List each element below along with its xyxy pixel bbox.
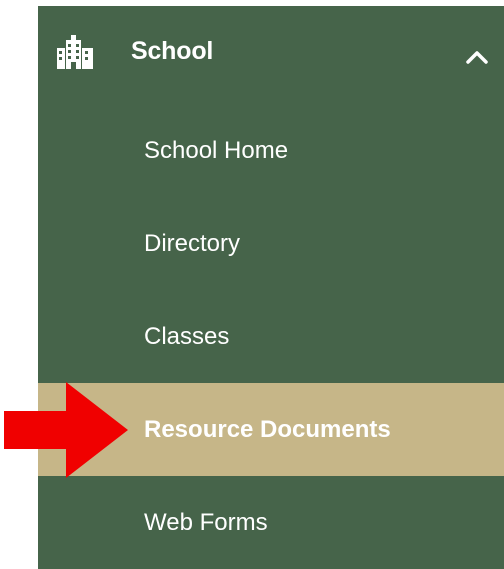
building-icon	[57, 35, 93, 69]
sidebar-item-classes[interactable]: Classes	[38, 290, 504, 383]
chevron-up-icon[interactable]	[462, 42, 492, 72]
sidebar-item-label: Directory	[144, 229, 241, 257]
sidebar-item-directory[interactable]: Directory	[38, 197, 504, 290]
sidebar-item-label: Classes	[144, 322, 230, 350]
arrow-right-icon	[4, 382, 128, 478]
section-title: School	[131, 37, 214, 65]
sidebar-item-label: Web Forms	[144, 508, 268, 536]
sidebar-item-school-home[interactable]: School Home	[38, 104, 504, 197]
sidebar-item-label: Resource Documents	[144, 415, 391, 443]
sidebar-nav: School School Home Directory Classes Res…	[38, 6, 504, 569]
sidebar-item-web-forms[interactable]: Web Forms	[38, 476, 504, 569]
screenshot-stage: School School Home Directory Classes Res…	[0, 0, 504, 569]
section-header-school[interactable]: School	[38, 6, 504, 104]
sidebar-item-label: School Home	[144, 136, 289, 164]
